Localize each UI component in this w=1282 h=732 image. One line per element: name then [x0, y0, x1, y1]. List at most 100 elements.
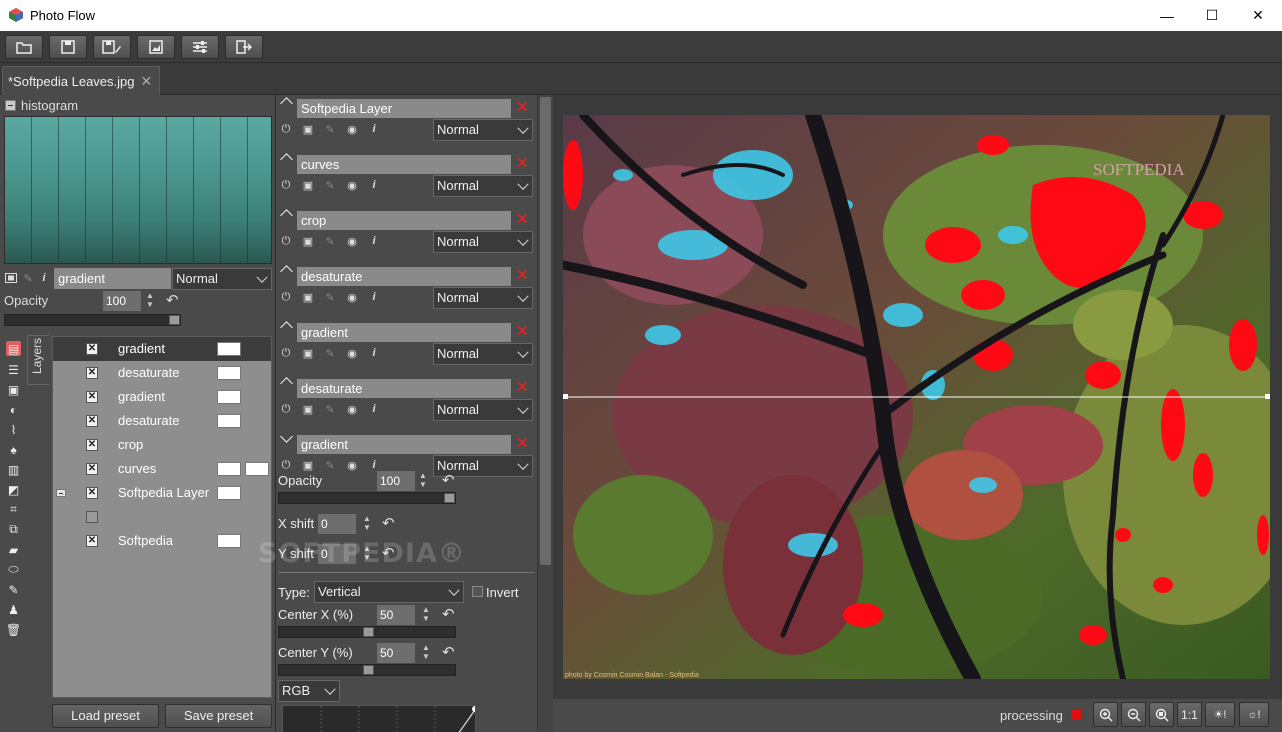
info-icon[interactable]: i — [38, 272, 50, 284]
tab-layers[interactable]: Layers — [27, 335, 49, 385]
settings-button[interactable] — [181, 35, 219, 59]
blend-icon[interactable]: ◉ — [346, 123, 358, 136]
filter-name-field[interactable]: gradient — [297, 323, 511, 342]
tab-softpedia-leaves[interactable]: *Softpedia Leaves.jpg ✕ — [2, 66, 160, 95]
layer-row[interactable]: ✕ Softpedia — [53, 529, 271, 553]
center-x-input[interactable]: 50 — [377, 605, 415, 625]
chevron-up-icon[interactable] — [280, 377, 293, 390]
zoom-in-button[interactable] — [1093, 702, 1118, 727]
layer-visibility-checkbox[interactable]: ✕ — [86, 535, 98, 547]
collapse-icon[interactable] — [56, 489, 66, 497]
info-icon[interactable]: i — [368, 403, 380, 415]
invert-checkbox[interactable] — [472, 586, 483, 597]
blend-icon[interactable]: ◉ — [346, 403, 358, 416]
center-x-spinner[interactable]: ▲ ▼ — [420, 605, 432, 625]
blend-icon[interactable]: ◉ — [346, 459, 358, 472]
pin-icon[interactable]: ✎ — [324, 347, 336, 360]
pin-icon[interactable]: ✎ — [22, 272, 34, 285]
layer-visibility-checkbox[interactable]: ✕ — [86, 487, 98, 499]
info-icon[interactable]: i — [368, 235, 380, 247]
chevron-up-icon[interactable] — [280, 153, 293, 166]
mask-icon[interactable]: ▣ — [302, 235, 314, 248]
filter-blend-select[interactable]: Normal — [433, 343, 533, 365]
slider-handle[interactable] — [169, 315, 180, 325]
save-preset-button[interactable]: Save preset — [165, 704, 272, 728]
delete-filter-icon[interactable]: ✕ — [516, 210, 529, 228]
center-y-spinner[interactable]: ▲ ▼ — [420, 643, 432, 663]
gradient-opacity-slider[interactable] — [278, 492, 456, 504]
layer-row[interactable]: ✕ crop — [53, 433, 271, 457]
power-icon[interactable]: ⏻ — [280, 459, 292, 471]
pin-icon[interactable]: ✎ — [324, 123, 336, 136]
load-preset-button[interactable]: Load preset — [52, 704, 159, 728]
mask-icon[interactable]: ▣ — [302, 123, 314, 136]
clone-stamp-icon[interactable]: ♟ — [6, 602, 21, 617]
gradient-type-select[interactable]: Vertical — [314, 581, 464, 603]
power-icon[interactable]: ⏻ — [280, 347, 292, 359]
opacity-input[interactable]: 100 — [103, 291, 141, 311]
gradient-icon[interactable]: ▥ — [6, 462, 21, 477]
trash-icon[interactable]: 🗑 — [6, 622, 21, 637]
delete-filter-icon[interactable]: ✕ — [516, 378, 529, 396]
layer-row[interactable]: ✕ Softpedia Layer — [53, 481, 271, 505]
mask-icon[interactable] — [5, 272, 17, 284]
power-icon[interactable]: ⏻ — [280, 291, 292, 303]
scrollbar-handle[interactable] — [540, 97, 551, 565]
crop-icon[interactable]: ⌗ — [6, 502, 21, 517]
info-icon[interactable]: i — [368, 179, 380, 191]
ellipse-icon[interactable]: ⬭ — [6, 562, 21, 577]
color-icon[interactable]: ♠ — [6, 442, 21, 457]
layer-name-field[interactable]: gradient — [54, 268, 171, 289]
filter-stack-scrollbar[interactable] — [537, 95, 553, 732]
tab-close-icon[interactable]: ✕ — [140, 73, 152, 90]
save-as-button[interactable] — [93, 35, 131, 59]
layer-visibility-checkbox[interactable] — [86, 511, 98, 523]
chevron-down-icon[interactable] — [280, 430, 293, 443]
zoom-fit-button[interactable] — [1149, 702, 1174, 727]
reset-icon[interactable]: ↶ — [382, 516, 398, 532]
delete-filter-icon[interactable]: ✕ — [516, 434, 529, 452]
preview-image[interactable]: SOFTPEDIA photo by Cosmin Cosmin Balan -… — [563, 115, 1270, 679]
chevron-up-icon[interactable] — [280, 265, 293, 278]
slider-handle[interactable] — [363, 627, 374, 637]
center-x-slider[interactable] — [278, 626, 456, 638]
maximize-button[interactable]: ☐ — [1189, 0, 1235, 31]
histogram-header[interactable]: histogram — [5, 98, 78, 113]
gradient-opacity-input[interactable]: 100 — [377, 471, 415, 491]
group-layer-icon[interactable]: ☰ — [6, 362, 21, 377]
reset-icon[interactable]: ↶ — [442, 473, 458, 489]
collapse-icon[interactable] — [5, 100, 16, 111]
shadow-clip-button[interactable]: ☀! — [1205, 702, 1235, 727]
contrast-icon[interactable]: ◐ — [6, 402, 21, 417]
reset-icon[interactable]: ↶ — [442, 645, 458, 661]
mask-icon[interactable]: ▣ — [302, 291, 314, 304]
layer-row[interactable]: ✕ desaturate — [53, 409, 271, 433]
pin-icon[interactable]: ✎ — [324, 403, 336, 416]
x-shift-spinner[interactable]: ▲ ▼ — [361, 514, 373, 534]
new-layer-icon[interactable]: ▤ — [6, 341, 21, 356]
gradient-opacity-spinner[interactable]: ▲ ▼ — [417, 471, 429, 491]
x-shift-input[interactable]: 0 — [318, 514, 356, 534]
mask-icon[interactable]: ▣ — [302, 459, 314, 472]
blend-icon[interactable]: ◉ — [346, 179, 358, 192]
layer-visibility-checkbox[interactable]: ✕ — [86, 391, 98, 403]
delete-filter-icon[interactable]: ✕ — [516, 322, 529, 340]
power-icon[interactable]: ⏻ — [280, 179, 292, 191]
filter-name-field[interactable]: gradient — [297, 435, 511, 454]
blend-icon[interactable]: ◉ — [346, 347, 358, 360]
pin-icon[interactable]: ✎ — [324, 179, 336, 192]
pin-icon[interactable]: ✎ — [324, 235, 336, 248]
image-layer-icon[interactable]: ▣ — [6, 382, 21, 397]
reset-icon[interactable]: ↶ — [166, 293, 182, 309]
close-window-button[interactable]: ✕ — [1235, 0, 1281, 31]
slider-handle[interactable] — [444, 493, 455, 503]
gradient-curve-editor[interactable] — [282, 705, 478, 732]
blend-mode-select[interactable]: Normal — [172, 268, 272, 290]
delete-filter-icon[interactable]: ✕ — [516, 154, 529, 172]
filter-name-field[interactable]: Softpedia Layer — [297, 99, 511, 118]
export-button[interactable] — [137, 35, 175, 59]
channel-select[interactable]: RGB — [278, 680, 340, 702]
tone-icon[interactable]: ◩ — [6, 482, 21, 497]
layer-visibility-checkbox[interactable]: ✕ — [86, 367, 98, 379]
layer-visibility-checkbox[interactable]: ✕ — [86, 463, 98, 475]
